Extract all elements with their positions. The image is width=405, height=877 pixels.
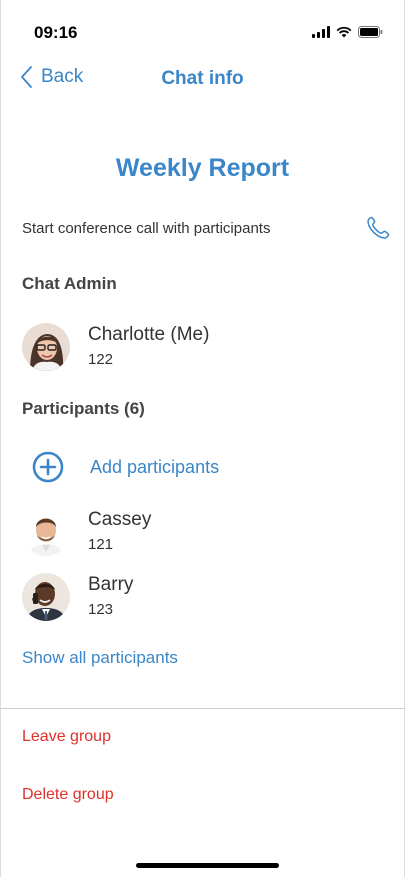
- phone-icon[interactable]: [365, 215, 391, 241]
- person-extension: 122: [88, 351, 114, 368]
- navigation-bar: Back Chat info: [0, 60, 405, 100]
- status-icons: [312, 26, 383, 38]
- leave-group-button[interactable]: Leave group: [22, 728, 111, 746]
- add-participants-label: Add participants: [90, 456, 220, 477]
- back-button[interactable]: Back: [20, 65, 83, 89]
- chevron-left-icon: [21, 66, 32, 88]
- person-name: Charlotte (Me): [88, 324, 210, 345]
- plus-circle-icon: [32, 451, 64, 483]
- wifi-icon: [336, 26, 352, 38]
- person-extension: 123: [88, 601, 114, 618]
- show-all-participants-link[interactable]: Show all participants: [22, 648, 178, 668]
- status-bar: 09:16: [0, 0, 405, 60]
- add-participants-button[interactable]: Add participants: [32, 450, 219, 484]
- avatar: [22, 323, 70, 371]
- delete-group-button[interactable]: Delete group: [22, 786, 114, 804]
- avatar: [22, 508, 70, 556]
- person-extension: 121: [88, 536, 114, 553]
- battery-icon: [358, 26, 383, 38]
- group-title: Weekly Report: [115, 154, 290, 182]
- avatar: [22, 573, 70, 621]
- chat-admin-heading: Chat Admin: [22, 274, 117, 293]
- admin-list-item[interactable]: Charlotte (Me) 122: [22, 321, 209, 373]
- person-name: Barry: [88, 574, 134, 595]
- status-time: 09:16: [34, 23, 78, 42]
- conference-call-row: Start conference call with participants: [22, 214, 391, 242]
- divider: [0, 708, 405, 709]
- conference-call-label: Start conference call with participants: [22, 219, 271, 237]
- cellular-signal-icon: [312, 26, 330, 38]
- participants-heading: Participants (6): [22, 399, 145, 418]
- person-name: Cassey: [88, 509, 152, 530]
- back-label: Back: [41, 66, 84, 87]
- participant-list-item[interactable]: Cassey 121: [22, 506, 151, 558]
- participant-list-item[interactable]: Barry 123: [22, 571, 133, 623]
- home-indicator[interactable]: [136, 863, 279, 868]
